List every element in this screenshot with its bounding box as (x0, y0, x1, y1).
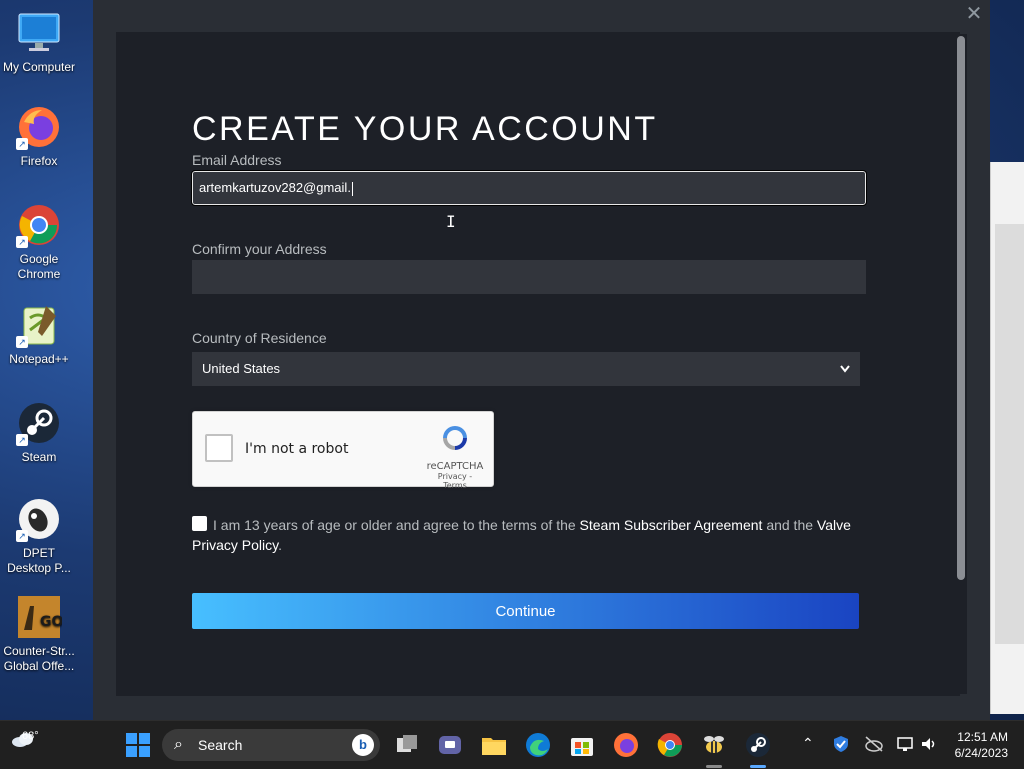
cloud-offline-icon[interactable] (864, 735, 884, 756)
dpet-icon: ↗ (16, 496, 62, 542)
agreement-checkbox[interactable] (192, 516, 207, 531)
shortcut-arrow-icon: ↗ (16, 336, 28, 348)
firefox-icon: ↗ (16, 104, 62, 150)
task-view-icon[interactable] (393, 731, 421, 759)
scrollbar-thumb[interactable] (957, 36, 965, 580)
subscriber-agreement-link[interactable]: Steam Subscriber Agreement (580, 517, 763, 533)
desktop-icon-chrome[interactable]: ↗ Google Chrome (0, 202, 78, 282)
desktop-icon-label: Firefox (20, 154, 58, 168)
store-icon[interactable] (568, 731, 596, 759)
recaptcha-logo: reCAPTCHA Privacy - Terms (425, 422, 485, 490)
network-icon[interactable] (896, 735, 914, 756)
page-title: CREATE YOUR ACCOUNT (192, 110, 658, 148)
search-label: Search (198, 737, 243, 753)
desktop-icon-dpet[interactable]: ↗ DPET Desktop P... (0, 496, 78, 576)
steam-create-account-dialog: ✕ CREATE YOUR ACCOUNT Email Address arte… (93, 0, 990, 720)
country-label: Country of Residence (192, 330, 327, 346)
steam-taskbar-icon[interactable] (744, 731, 772, 759)
recaptcha-links[interactable]: Privacy - Terms (425, 472, 485, 490)
chrome-taskbar-icon[interactable] (656, 731, 684, 759)
monitor-icon (16, 10, 62, 56)
ibeam-cursor-icon: I (446, 212, 456, 231)
svg-text:GO: GO (40, 614, 62, 630)
scrollbar[interactable] (955, 34, 967, 694)
confirm-email-label: Confirm your Address (192, 241, 327, 257)
text-caret (351, 181, 353, 196)
country-value: United States (202, 361, 281, 376)
confirm-email-field[interactable] (192, 260, 866, 294)
bee-app-icon[interactable] (700, 731, 728, 759)
recaptcha-arrows-icon (439, 426, 471, 458)
country-select[interactable]: United States (192, 352, 860, 386)
email-label: Email Address (192, 152, 282, 168)
background-window[interactable] (990, 162, 1024, 714)
steam-icon: ↗ (16, 400, 62, 446)
continue-button[interactable]: Continue (192, 593, 859, 629)
notepadpp-icon: ↗ (16, 302, 62, 348)
desktop-icon-label: My Computer (2, 60, 76, 74)
desktop-icon-label: Counter-Str... Global Offe... (3, 644, 75, 673)
bing-icon[interactable]: b (352, 734, 374, 756)
desktop-icon-csgo[interactable]: GO Counter-Str... Global Offe... (0, 594, 78, 674)
chrome-icon: ↗ (16, 202, 62, 248)
recaptcha-checkbox[interactable] (205, 434, 233, 462)
background-window-content (995, 224, 1024, 644)
weather-widget[interactable]: 68° (10, 730, 39, 751)
chat-icon[interactable] (436, 731, 464, 759)
weather-temp: 68° (22, 730, 39, 742)
chevron-up-icon[interactable]: ⌃ (802, 735, 814, 752)
volume-icon[interactable] (920, 735, 938, 756)
form-panel: CREATE YOUR ACCOUNT Email Address artemk… (116, 32, 960, 696)
recaptcha-label: I'm not a robot (245, 441, 349, 457)
windows-icon (126, 733, 150, 757)
desktop-icon-label: Steam (21, 450, 57, 464)
close-icon[interactable]: ✕ (964, 4, 984, 24)
shortcut-arrow-icon: ↗ (16, 434, 28, 446)
desktop-icon-label: DPET Desktop P... (7, 546, 71, 575)
desktop-icon-my-computer[interactable]: My Computer (0, 10, 78, 75)
csgo-icon: GO (16, 594, 63, 640)
clock-date: 6/24/2023 (954, 746, 1008, 760)
search-icon: ⌕ (174, 736, 183, 753)
desktop-icon-steam[interactable]: ↗ Steam (0, 400, 78, 465)
shortcut-arrow-icon: ↗ (16, 236, 28, 248)
email-field[interactable]: artemkartuzov282@gmail. (191, 170, 867, 206)
taskbar-clock[interactable]: 12:51 AM 6/24/2023 (955, 729, 1008, 761)
email-value: artemkartuzov282@gmail. (199, 180, 351, 195)
desktop-icon-label: Google Chrome (17, 252, 61, 281)
start-button[interactable] (124, 731, 152, 759)
agreement-text-3: . (278, 537, 282, 553)
taskbar-search[interactable]: ⌕ Search b (162, 729, 380, 761)
shortcut-arrow-icon: ↗ (16, 138, 28, 150)
agreement-text-1: I am 13 years of age or older and agree … (213, 517, 576, 533)
desktop-icon-notepadpp[interactable]: ↗ Notepad++ (0, 302, 78, 367)
shortcut-arrow-icon: ↗ (16, 530, 28, 542)
taskbar: 68° ⌕ Search b ⌃ 12:51 AM 6/24/2023 (0, 720, 1024, 769)
agreement-text-2: and the (766, 517, 814, 533)
agreement-text: I am 13 years of age or older and agree … (192, 515, 872, 555)
recaptcha-brand: reCAPTCHA (426, 461, 484, 472)
desktop-icon-label: Notepad++ (9, 352, 69, 366)
security-shield-icon[interactable] (832, 735, 850, 756)
desktop-icon-firefox[interactable]: ↗ Firefox (0, 104, 78, 169)
file-explorer-icon[interactable] (480, 731, 508, 759)
edge-icon[interactable] (524, 731, 552, 759)
recaptcha-widget: I'm not a robot reCAPTCHA Privacy - Term… (192, 411, 494, 490)
chevron-down-icon (840, 352, 850, 399)
firefox-taskbar-icon[interactable] (612, 731, 640, 759)
clock-time: 12:51 AM (957, 730, 1008, 744)
